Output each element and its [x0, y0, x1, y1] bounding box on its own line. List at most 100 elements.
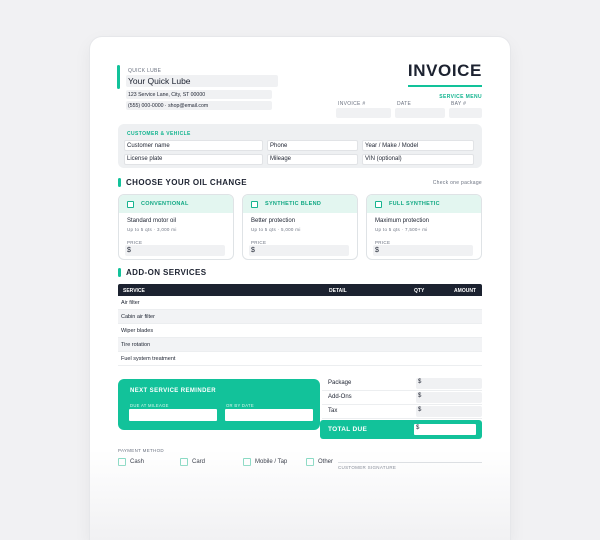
oil-name-synthetic-blend: SYNTHETIC BLEND: [265, 201, 322, 207]
date-field[interactable]: [395, 108, 445, 118]
checkbox-conventional[interactable]: [127, 200, 134, 208]
oil-card-full-synthetic[interactable]: FULL SYNTHETIC Maximum protection Up to …: [366, 194, 482, 260]
invoice-title-underline: [408, 85, 482, 87]
col-detail: DETAIL: [329, 287, 347, 294]
total-due-label: TOTAL DUE: [328, 426, 368, 433]
oil-desc-full-synthetic: Maximum protection: [375, 218, 430, 224]
totals-tax-currency: $: [418, 407, 422, 413]
payment-card-label: Card: [192, 459, 206, 465]
payment-label: PAYMENT METHOD: [118, 448, 164, 453]
addon-service-name: Tire rotation: [121, 342, 151, 348]
oil-desc-synthetic-blend: Better protection: [251, 218, 296, 224]
addon-service-name: Fuel system treatment: [121, 356, 176, 362]
reminder-date-field[interactable]: [225, 409, 313, 421]
invoice-subtitle: SERVICE MENU: [439, 94, 482, 100]
checkbox-card[interactable]: [180, 458, 188, 466]
signature-line[interactable]: [338, 462, 482, 463]
addons-table: SERVICE DETAIL QTY AMOUNT Air filter Cab…: [118, 284, 482, 366]
checkbox-mobile[interactable]: [243, 458, 251, 466]
license-plate-label: License plate: [127, 156, 163, 162]
bay-field[interactable]: [449, 108, 482, 118]
shop-name: Your Quick Lube: [128, 76, 191, 86]
totals-addons-currency: $: [418, 393, 422, 399]
shop-label: QUICK LUBE: [128, 68, 162, 74]
total-due-currency: $: [416, 425, 420, 431]
mileage-label: Mileage: [270, 156, 292, 162]
table-row[interactable]: Fuel system treatment: [118, 352, 482, 366]
oil-card-conventional[interactable]: CONVENTIONAL Standard motor oil Up to 5 …: [118, 194, 234, 260]
oil-currency-synthetic-blend: $: [251, 247, 255, 254]
addons-accent-bar: [118, 268, 121, 277]
date-label: DATE: [397, 101, 412, 107]
addon-service-name: Cabin air filter: [121, 314, 155, 320]
oil-sub-full-synthetic: Up to 5 qts · 7,500+ mi: [375, 227, 428, 232]
oil-currency-conventional: $: [127, 247, 131, 254]
vin-label: VIN (optional): [365, 156, 402, 162]
customer-name-label: Customer name: [127, 143, 170, 149]
checkbox-other[interactable]: [306, 458, 314, 466]
checkbox-synthetic-blend[interactable]: [251, 200, 258, 208]
invoice-sheet: QUICK LUBE Your Quick Lube 123 Service L…: [90, 37, 510, 540]
oil-price-field-synthetic-blend[interactable]: [249, 245, 349, 256]
total-due-bar: TOTAL DUE $: [320, 420, 482, 439]
oil-section-hint: Check one package: [432, 180, 482, 186]
payment-other-label: Other: [318, 459, 334, 465]
payment-option-card[interactable]: Card: [180, 458, 205, 466]
payment-option-mobile[interactable]: Mobile / Tap: [243, 458, 287, 466]
totals-package-label: Package: [328, 380, 352, 386]
totals-package-currency: $: [418, 379, 422, 385]
addons-table-header: SERVICE DETAIL QTY AMOUNT: [118, 284, 482, 296]
oil-name-full-synthetic: FULL SYNTHETIC: [389, 201, 440, 207]
oil-accent-bar: [118, 178, 121, 187]
totals-row-tax: Tax $: [322, 405, 482, 419]
addon-service-name: Wiper blades: [121, 328, 154, 334]
reminder-mileage-label: DUE AT MILEAGE: [130, 403, 169, 408]
addons-section-title: ADD-ON SERVICES: [126, 268, 207, 277]
table-row[interactable]: Tire rotation: [118, 338, 482, 352]
oil-desc-conventional: Standard motor oil: [127, 218, 177, 224]
vehicle-label: Year / Make / Model: [365, 143, 419, 149]
bay-label: BAY #: [451, 101, 467, 107]
signature-label: CUSTOMER SIGNATURE: [338, 465, 397, 470]
invoice-number-field[interactable]: [336, 108, 391, 118]
reminder-title: NEXT SERVICE REMINDER: [130, 388, 216, 394]
customer-title: CUSTOMER & VEHICLE: [127, 131, 191, 137]
invoice-number-label: INVOICE #: [338, 101, 366, 107]
checkbox-full-synthetic[interactable]: [375, 200, 382, 208]
oil-card-synthetic-blend[interactable]: SYNTHETIC BLEND Better protection Up to …: [242, 194, 358, 260]
table-row[interactable]: Air filter: [118, 296, 482, 310]
payment-cash-label: Cash: [130, 459, 145, 465]
col-qty: QTY: [414, 287, 425, 294]
reminder-date-label: OR BY DATE: [226, 403, 254, 408]
reminder-mileage-field[interactable]: [129, 409, 217, 421]
oil-sub-synthetic-blend: Up to 5 qts · 5,000 mi: [251, 227, 301, 232]
oil-price-field-full-synthetic[interactable]: [373, 245, 473, 256]
totals-package-field[interactable]: [416, 378, 482, 389]
totals-addons-field[interactable]: [416, 392, 482, 403]
oil-price-field-conventional[interactable]: [125, 245, 225, 256]
col-amount: AMOUNT: [454, 287, 476, 294]
payment-option-cash[interactable]: Cash: [118, 458, 144, 466]
payment-option-other[interactable]: Other: [306, 458, 333, 466]
invoice-title: INVOICE: [407, 61, 482, 80]
checkbox-cash[interactable]: [118, 458, 126, 466]
oil-section-title: CHOOSE YOUR OIL CHANGE: [126, 178, 247, 187]
oil-currency-full-synthetic: $: [375, 247, 379, 254]
table-row[interactable]: Cabin air filter: [118, 310, 482, 324]
payment-mobile-label: Mobile / Tap: [255, 459, 288, 465]
addon-service-name: Air filter: [121, 300, 140, 306]
shop-address: 123 Service Lane, City, ST 00000: [128, 92, 206, 98]
shop-contact: (555) 000-0000 · shop@email.com: [128, 103, 209, 109]
totals-tax-field[interactable]: [416, 406, 482, 417]
oil-sub-conventional: Up to 5 qts · 3,000 mi: [127, 227, 177, 232]
phone-label: Phone: [270, 143, 288, 149]
oil-name-conventional: CONVENTIONAL: [141, 201, 189, 207]
totals-tax-label: Tax: [328, 408, 338, 414]
reminder-panel: NEXT SERVICE REMINDER DUE AT MILEAGE OR …: [118, 379, 320, 430]
shop-accent-bar: [117, 65, 120, 89]
table-row[interactable]: Wiper blades: [118, 324, 482, 338]
total-due-field[interactable]: [414, 424, 476, 435]
col-service: SERVICE: [123, 287, 145, 294]
bottom-fade: [90, 450, 510, 540]
totals-addons-label: Add-Ons: [328, 394, 352, 400]
